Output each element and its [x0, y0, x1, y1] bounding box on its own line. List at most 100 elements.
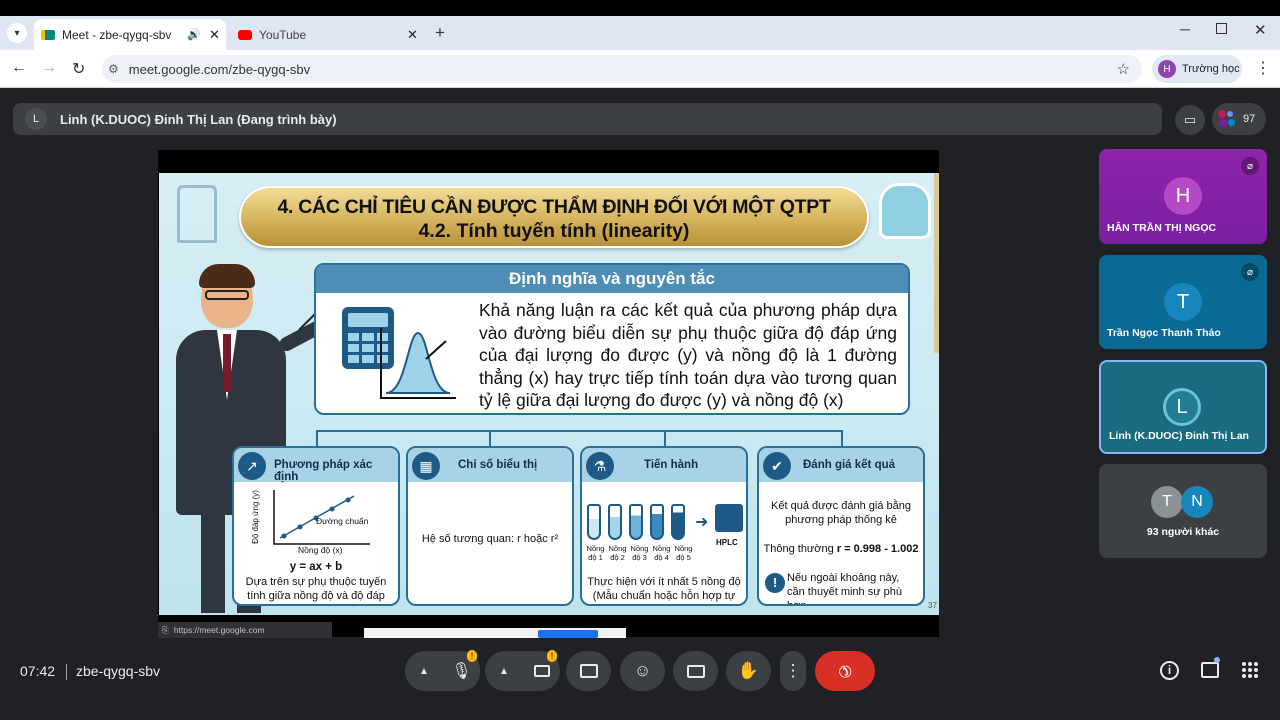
correlation-text: Hệ số tương quan: r hoặc r² [421, 533, 559, 545]
camera-icon [533, 665, 550, 677]
status-url: https://meet.google.com [173, 625, 265, 635]
reload-icon[interactable]: ↻ [72, 59, 85, 79]
connector-line [316, 430, 318, 446]
tab-search-button[interactable]: ▾ [7, 23, 27, 43]
activities-icon[interactable] [1242, 662, 1258, 678]
window-top-edge [0, 0, 1280, 16]
card-method-caption: Dựa trên sự phụ thuộc tuyến tính giữa nồ… [245, 576, 387, 604]
divider [66, 664, 67, 680]
present-screen-icon [579, 664, 598, 678]
raise-hand-button[interactable]: ✋ [726, 651, 771, 691]
connector-line [316, 430, 843, 432]
participant-tile-speaking[interactable]: L Linh (K.DUOC) Đinh Thị Lan [1099, 360, 1267, 454]
speaker-icon[interactable]: 🔊 [187, 28, 201, 41]
reactions-button[interactable]: ☺ [620, 651, 665, 691]
end-call-icon: ✆ [833, 659, 856, 682]
card-procedure-title: Tiến hành [644, 459, 699, 471]
warning-badge-icon: ! [547, 650, 557, 662]
range-text: Thông thường r = 0.998 - 1.002 [759, 543, 923, 557]
mic-control[interactable]: ▲ 🎙 ! [405, 650, 480, 691]
address-bar[interactable]: ⚙ meet.google.com/zbe-qygq-sbv ☆ [102, 55, 1142, 83]
window-close-icon[interactable]: ✕ [1254, 21, 1267, 39]
card-evaluation: ✔ Đánh giá kết quả Kết quả được đánh giá … [757, 446, 925, 606]
meeting-time: 07:42 [20, 663, 56, 679]
tab-meet[interactable]: Meet - zbe-qygq-sbv 🔊 ✕ [34, 19, 226, 50]
restore-icon[interactable] [1216, 23, 1227, 34]
others-label: 93 người khác [1146, 526, 1220, 538]
hplc-icon [715, 504, 743, 532]
participant-tile[interactable]: T ⌀ Trần Ngọc Thanh Thảo [1099, 255, 1267, 349]
hand-icon: ✋ [737, 661, 760, 680]
participant-avatar: H [1164, 177, 1202, 215]
test-tube-icon [587, 504, 601, 540]
address-bar-row: ← → ↻ ⚙ meet.google.com/zbe-qygq-sbv ☆ H… [0, 50, 1280, 88]
site-settings-icon[interactable]: ⚙ [108, 62, 119, 76]
participant-tile[interactable]: H ⌀ HÂN TRẦN THỊ NGỌC [1099, 149, 1267, 244]
kebab-menu-icon[interactable]: ⋮ [1255, 58, 1271, 78]
forward-icon[interactable]: → [41, 59, 57, 77]
peak-graph-icon [380, 328, 456, 399]
tab-youtube[interactable]: YouTube ✕ [232, 19, 424, 50]
present-button[interactable] [566, 651, 611, 691]
leave-call-button[interactable]: ✆ [815, 651, 875, 691]
presenter-text: Linh (K.DUOC) Đinh Thị Lan (Đang trình b… [60, 111, 337, 127]
connector-line [841, 430, 843, 446]
card-method: ↗ Phương pháp xác định Độ đáp ứng (y) Đườ… [232, 446, 400, 606]
participant-name: HÂN TRẦN THỊ NGỌC [1107, 222, 1217, 234]
tube-label: Nồng độ 5 [674, 544, 693, 563]
test-tube-icon [608, 504, 622, 540]
participants-button[interactable]: 97 [1212, 103, 1266, 135]
chevron-up-icon[interactable]: ▲ [419, 666, 429, 677]
definition-text: Khả năng luận ra các kết quả của phương … [479, 300, 897, 410]
card-method-title: Phương pháp xác định [274, 459, 373, 483]
close-icon[interactable]: ✕ [209, 27, 220, 43]
camera-control[interactable]: ▲ ! [485, 650, 560, 691]
tab-meet-label: Meet - zbe-qygq-sbv [62, 27, 172, 42]
card-index: ▦ Chỉ số biểu thị Hệ số tương quan: r hoặ… [406, 446, 574, 606]
microscope-icon [177, 185, 217, 243]
participant-avatar: L [1163, 388, 1201, 426]
y-axis-label: Độ đáp ứng (y) [251, 490, 260, 544]
info-icon[interactable]: i [1160, 661, 1179, 680]
chat-notification-dot [1214, 657, 1220, 663]
chat-icon[interactable] [1201, 662, 1219, 678]
people-avatars-icon [1218, 110, 1236, 128]
participant-name: Trần Ngọc Thanh Thảo [1107, 327, 1221, 339]
captions-icon [686, 664, 705, 678]
range-prefix: Thông thường [763, 543, 837, 555]
warning-icon: ! [765, 573, 785, 593]
chevron-up-icon[interactable]: ▲ [499, 666, 509, 677]
profile-button[interactable]: H Trường học [1152, 55, 1242, 83]
more-options-button[interactable]: ⋮ [780, 651, 806, 691]
profile-avatar: H [1158, 60, 1176, 78]
mic-off-icon: ⌀ [1241, 263, 1259, 281]
hplc-label: HPLC [716, 538, 738, 547]
test-tube-icon [629, 504, 643, 540]
participant-avatar: T [1164, 283, 1202, 321]
test-tube-icon: ⚗ [586, 452, 614, 480]
test-tube-icon [650, 504, 664, 540]
hide-presentation-button[interactable]: ▭ [1175, 105, 1205, 135]
new-tab-icon[interactable]: + [435, 23, 445, 43]
shared-window-strip [364, 628, 626, 638]
chevron-down-icon: ▾ [14, 27, 20, 39]
minimize-icon[interactable]: ─ [1180, 21, 1190, 37]
tube-label: Nồng độ 2 [608, 544, 627, 563]
slide-page-number: 37 [928, 601, 937, 610]
captions-button[interactable] [673, 651, 718, 691]
test-tube-icon [671, 504, 685, 540]
definition-header: Định nghĩa và nguyên tắc [316, 265, 908, 293]
card-procedure-caption: Thực hiện với ít nhất 5 nồng độ (Mẫu chu… [587, 576, 741, 604]
tube-labels: Nồng độ 1 Nồng độ 2 Nồng độ 3 Nồng độ 4 … [585, 544, 699, 563]
participant-count: 97 [1243, 113, 1256, 125]
bookmark-star-icon[interactable]: ☆ [1117, 60, 1130, 78]
trend-chart-icon: ↗ [238, 452, 266, 480]
back-icon[interactable]: ← [11, 59, 27, 77]
close-icon[interactable]: ✕ [407, 27, 418, 43]
others-tile[interactable]: T N 93 người khác [1099, 464, 1267, 558]
slide-title-banner: 4. CÁC CHỈ TIÊU CẦN ĐƯỢC THẨM ĐỊNH ĐỐI V… [239, 186, 869, 248]
other-avatar: N [1181, 486, 1213, 518]
checkmark-icon: ✔ [763, 452, 791, 480]
participant-name: Linh (K.DUOC) Đinh Thị Lan [1109, 430, 1249, 442]
connector-line [489, 430, 491, 446]
